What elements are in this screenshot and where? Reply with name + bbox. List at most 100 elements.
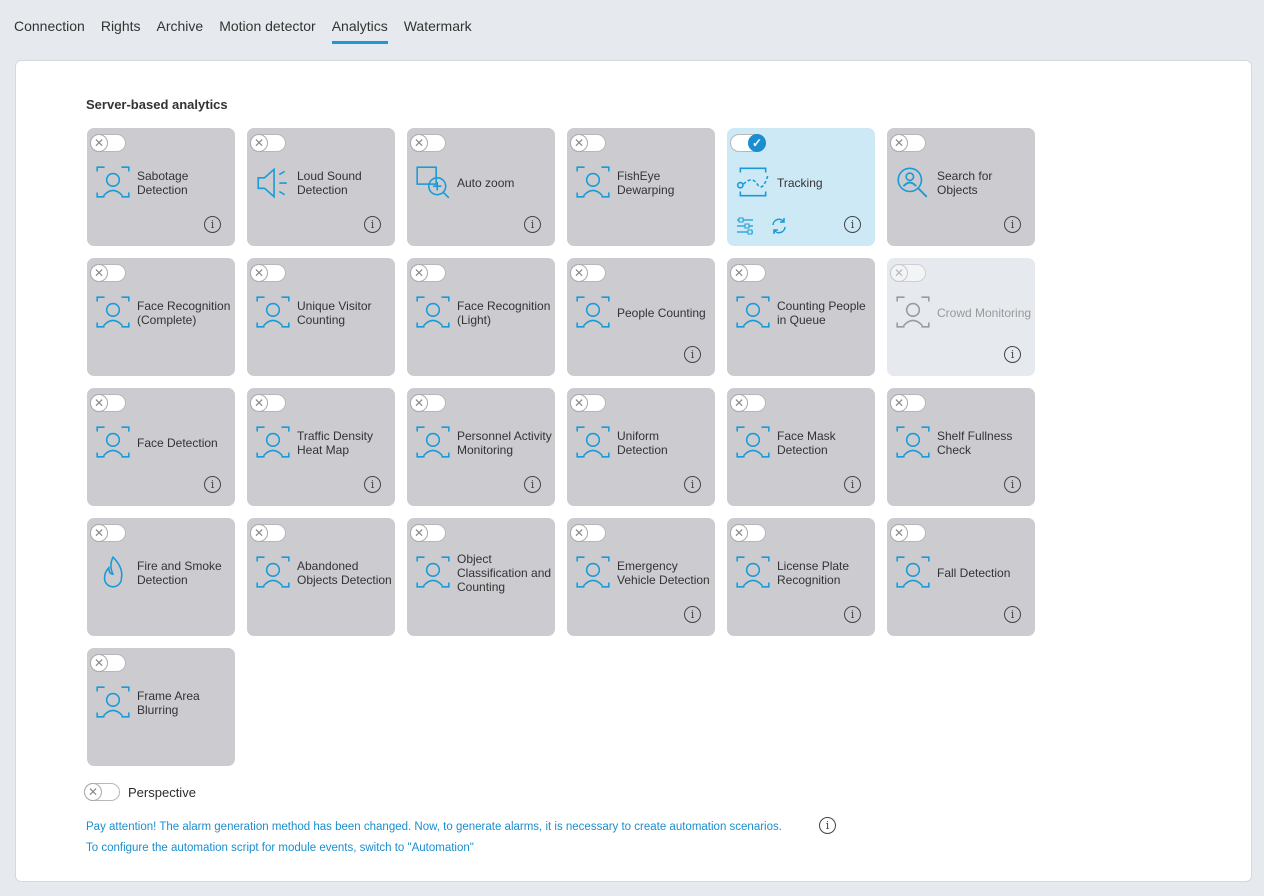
- tab-motion-detector[interactable]: Motion detector: [219, 18, 316, 40]
- module-toggle[interactable]: ✕: [90, 394, 126, 412]
- info-icon[interactable]: i: [524, 216, 541, 233]
- module-toggle[interactable]: ✕: [570, 394, 606, 412]
- module-card-tracking[interactable]: ✓ Tracking i: [727, 128, 875, 246]
- module-card-auto-zoom[interactable]: ✕ Auto zoom i: [407, 128, 555, 246]
- info-icon[interactable]: i: [819, 817, 836, 834]
- module-card-fisheye-dewarping[interactable]: ✕ FishEye Dewarping: [567, 128, 715, 246]
- module-toggle[interactable]: ✕: [890, 264, 926, 282]
- module-toggle[interactable]: ✕: [250, 394, 286, 412]
- module-card-personnel-activity-monitoring[interactable]: ✕ Personnel Activity Monitoring i: [407, 388, 555, 506]
- info-icon[interactable]: i: [1004, 476, 1021, 493]
- module-toggle[interactable]: ✕: [90, 134, 126, 152]
- module-card-search-for-objects[interactable]: ✕ Search for Objects i: [887, 128, 1035, 246]
- module-toggle[interactable]: ✕: [410, 134, 446, 152]
- module-toggle[interactable]: ✕: [90, 264, 126, 282]
- x-icon: ✕: [250, 134, 268, 152]
- module-toggle[interactable]: ✕: [730, 394, 766, 412]
- module-toggle[interactable]: ✕: [730, 524, 766, 542]
- module-label: Face Recognition (Complete): [137, 299, 231, 327]
- info-icon[interactable]: i: [204, 476, 221, 493]
- module-toggle[interactable]: ✕: [890, 394, 926, 412]
- module-card-sabotage-detection[interactable]: ✕ Sabotage Detection i: [87, 128, 235, 246]
- x-icon: ✕: [84, 783, 102, 801]
- tab-archive[interactable]: Archive: [157, 18, 204, 40]
- shelf-icon: [896, 426, 930, 458]
- vehicle-classification-icon: [416, 556, 450, 588]
- settings-sliders-icon[interactable]: [735, 216, 755, 236]
- module-card-uniform-detection[interactable]: ✕ Uniform Detection i: [567, 388, 715, 506]
- blur-icon: [96, 686, 130, 718]
- module-card-fall-detection[interactable]: ✕ Fall Detection i: [887, 518, 1035, 636]
- info-icon[interactable]: i: [1004, 346, 1021, 363]
- module-toggle[interactable]: ✕: [250, 264, 286, 282]
- perspective-toggle[interactable]: ✕: [84, 783, 120, 801]
- camera-sabotage-icon: [96, 166, 130, 198]
- tab-watermark[interactable]: Watermark: [404, 18, 472, 40]
- suitcase-icon: [256, 556, 290, 588]
- module-card-face-detection[interactable]: ✕ Face Detection i: [87, 388, 235, 506]
- info-icon[interactable]: i: [684, 346, 701, 363]
- module-card-abandoned-objects-detection[interactable]: ✕ Abandoned Objects Detection: [247, 518, 395, 636]
- module-toggle[interactable]: ✕: [890, 524, 926, 542]
- info-icon[interactable]: i: [204, 216, 221, 233]
- module-toggle[interactable]: ✕: [410, 394, 446, 412]
- x-icon: ✕: [250, 264, 268, 282]
- x-icon: ✕: [730, 524, 748, 542]
- module-card-face-mask-detection[interactable]: ✕ Face Mask Detection i: [727, 388, 875, 506]
- module-card-loud-sound-detection[interactable]: ✕ Loud Sound Detection i: [247, 128, 395, 246]
- tab-rights[interactable]: Rights: [101, 18, 141, 40]
- x-icon: ✕: [250, 524, 268, 542]
- module-card-shelf-fullness-check[interactable]: ✕ Shelf Fullness Check i: [887, 388, 1035, 506]
- module-toggle[interactable]: ✕: [410, 524, 446, 542]
- module-card-people-counting[interactable]: ✕ People Counting i: [567, 258, 715, 376]
- x-icon: ✕: [570, 134, 588, 152]
- module-card-fire-and-smoke-detection[interactable]: ✕ Fire and Smoke Detection: [87, 518, 235, 636]
- module-card-face-recognition-complete[interactable]: ✕ Face Recognition (Complete): [87, 258, 235, 376]
- info-icon[interactable]: i: [1004, 606, 1021, 623]
- queue-icon: [736, 296, 770, 328]
- info-icon[interactable]: i: [844, 606, 861, 623]
- tab-analytics[interactable]: Analytics: [331, 18, 388, 44]
- module-card-license-plate-recognition[interactable]: ✕ License Plate Recognition i: [727, 518, 875, 636]
- notice-automation-link[interactable]: To configure the automation script for m…: [86, 842, 474, 854]
- module-card-counting-people-in-queue[interactable]: ✕ Counting People in Queue: [727, 258, 875, 376]
- info-icon[interactable]: i: [684, 606, 701, 623]
- module-toggle[interactable]: ✕: [890, 134, 926, 152]
- module-toggle[interactable]: ✕: [730, 264, 766, 282]
- module-toggle[interactable]: ✕: [250, 524, 286, 542]
- module-card-face-recognition-light[interactable]: ✕ Face Recognition (Light): [407, 258, 555, 376]
- module-toggle[interactable]: ✕: [250, 134, 286, 152]
- info-icon[interactable]: i: [844, 216, 861, 233]
- crowd-icon: [896, 296, 930, 328]
- module-card-traffic-density-heat-map[interactable]: ✕ Traffic Density Heat Map i: [247, 388, 395, 506]
- perspective-row: ✕ Perspective: [84, 783, 196, 801]
- module-toggle[interactable]: ✕: [90, 654, 126, 672]
- module-grid: ✕ Sabotage Detection i ✕ Loud Sound Detectio…: [87, 128, 1035, 766]
- perspective-label: Perspective: [128, 784, 196, 800]
- module-card-object-classification-and-counting[interactable]: ✕ Object Classification and Counting: [407, 518, 555, 636]
- face-icon: [96, 296, 130, 328]
- x-icon: ✕: [890, 394, 908, 412]
- module-card-frame-area-blurring[interactable]: ✕ Frame Area Blurring: [87, 648, 235, 766]
- ambulance-icon: [576, 556, 610, 588]
- x-icon: ✕: [90, 134, 108, 152]
- module-toggle[interactable]: ✕: [570, 264, 606, 282]
- info-icon[interactable]: i: [684, 476, 701, 493]
- refresh-icon[interactable]: [769, 216, 789, 236]
- module-toggle[interactable]: ✕: [570, 134, 606, 152]
- module-card-unique-visitor-counting[interactable]: ✕ Unique Visitor Counting: [247, 258, 395, 376]
- info-icon[interactable]: i: [524, 476, 541, 493]
- tab-connection[interactable]: Connection: [14, 18, 85, 40]
- module-toggle[interactable]: ✕: [570, 524, 606, 542]
- x-icon: ✕: [410, 394, 428, 412]
- info-icon[interactable]: i: [364, 476, 381, 493]
- module-toggle[interactable]: ✕: [410, 264, 446, 282]
- module-toggle[interactable]: ✓: [730, 134, 766, 152]
- info-icon[interactable]: i: [1004, 216, 1021, 233]
- module-card-emergency-vehicle-detection[interactable]: ✕ Emergency Vehicle Detection i: [567, 518, 715, 636]
- module-toggle[interactable]: ✕: [90, 524, 126, 542]
- info-icon[interactable]: i: [364, 216, 381, 233]
- hard-hat-icon: [576, 426, 610, 458]
- module-card-crowd-monitoring[interactable]: ✕ Crowd Monitoring i: [887, 258, 1035, 376]
- info-icon[interactable]: i: [844, 476, 861, 493]
